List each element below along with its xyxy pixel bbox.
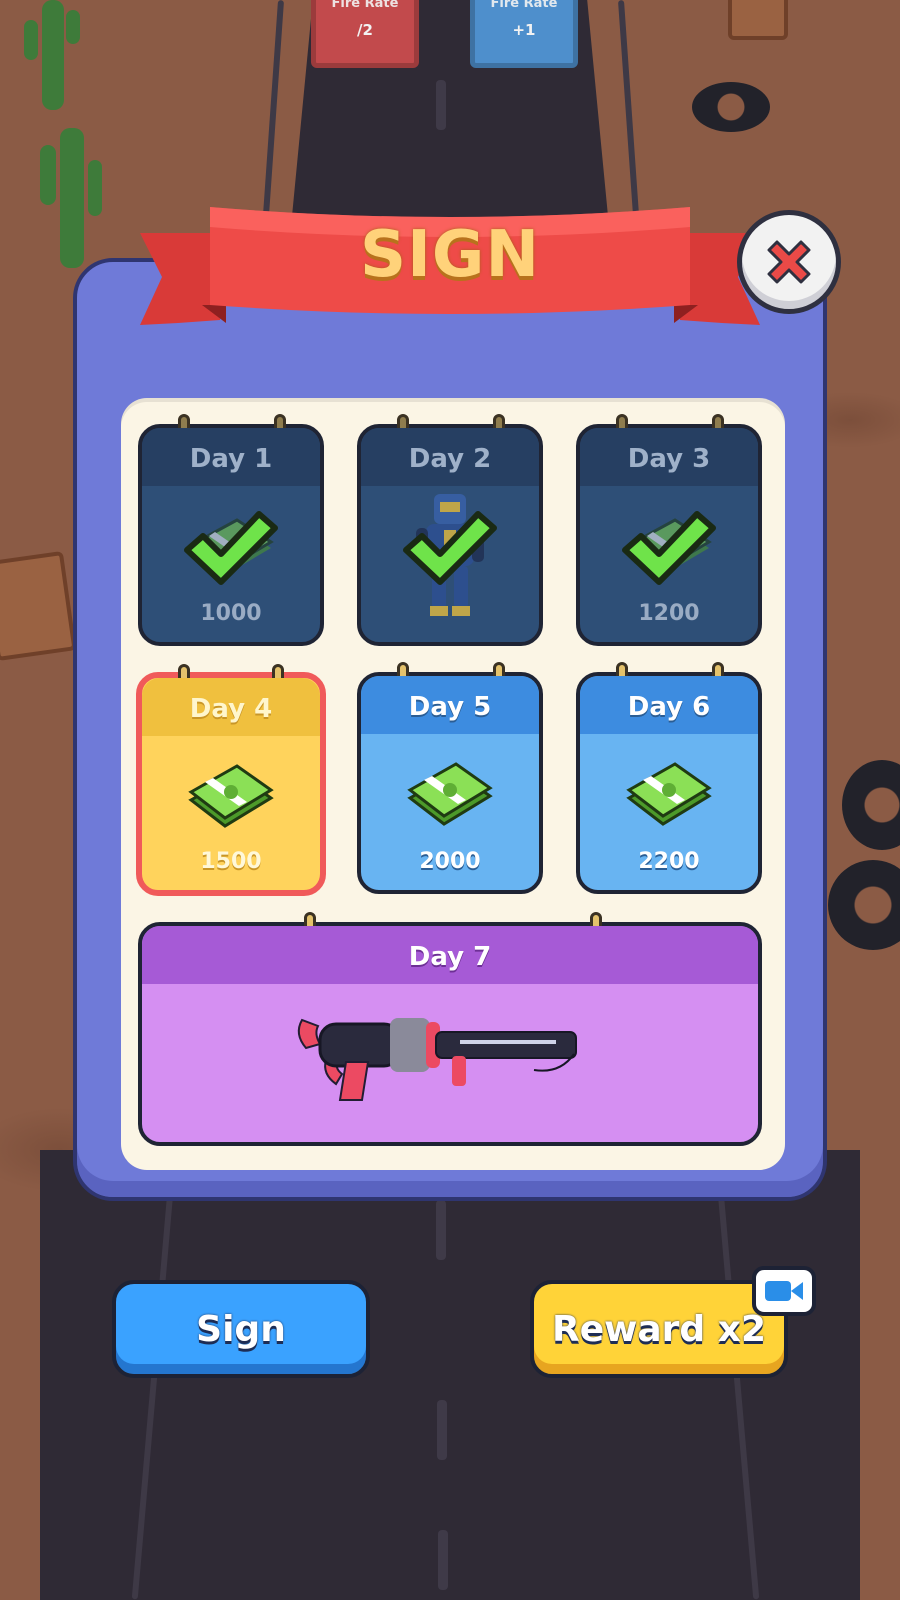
center-dash — [437, 1400, 447, 1460]
reward-amount: 2000 — [419, 849, 481, 874]
day-label: Day 5 — [361, 676, 539, 734]
check-icon — [184, 511, 278, 585]
gate-value: +1 — [512, 21, 536, 39]
cash-stack-icon — [188, 764, 274, 828]
gate-title: Fire Rate — [490, 0, 558, 11]
day-label: Day 2 — [361, 428, 539, 486]
cash-stack-icon — [407, 762, 493, 826]
day-card-4[interactable]: Day 4 1500 — [136, 664, 326, 896]
day-card-2[interactable]: Day 2 — [357, 414, 543, 646]
cash-stack-icon — [626, 762, 712, 826]
fire-rate-gate-left: Fire Rate /2 — [311, 0, 419, 68]
day-label: Day 1 — [142, 428, 320, 486]
reward-x2-button[interactable]: Reward x2 — [530, 1280, 788, 1378]
day-card-3[interactable]: Day 3 1200 — [576, 414, 762, 646]
crate-icon — [0, 550, 77, 662]
check-icon — [403, 511, 497, 585]
check-icon — [622, 511, 716, 585]
day-card-7[interactable]: Day 7 — [138, 912, 762, 1146]
reward-amount: 1200 — [638, 601, 700, 626]
tire-icon — [692, 82, 770, 132]
crate-icon — [728, 0, 788, 40]
day-label: Day 7 — [142, 926, 758, 984]
day-label: Day 4 — [142, 678, 320, 736]
close-x-icon — [767, 240, 811, 284]
gate-title: Fire Rate — [331, 0, 399, 11]
day-label: Day 6 — [580, 676, 758, 734]
video-ad-badge — [752, 1266, 816, 1316]
close-button[interactable] — [737, 210, 841, 314]
day-card-5[interactable]: Day 5 2000 — [357, 662, 543, 894]
sign-button[interactable]: Sign — [112, 1280, 370, 1378]
reward-amount: 1500 — [200, 849, 262, 874]
reward-button-label: Reward x2 — [551, 1308, 766, 1350]
day-card-6[interactable]: Day 6 2200 — [576, 662, 762, 894]
video-camera-icon — [765, 1281, 803, 1301]
day-card-1[interactable]: Day 1 1000 — [138, 414, 324, 646]
blaster-gun-icon — [297, 1018, 577, 1101]
reward-amount: 1000 — [200, 601, 262, 626]
day-label: Day 3 — [580, 428, 758, 486]
center-dash — [436, 1200, 446, 1260]
sign-button-label: Sign — [196, 1308, 286, 1350]
center-dash — [438, 1530, 448, 1590]
fire-rate-gate-right: Fire Rate +1 — [470, 0, 578, 68]
gate-value: /2 — [357, 21, 373, 39]
center-dash — [436, 80, 446, 130]
reward-amount: 2200 — [638, 849, 700, 874]
